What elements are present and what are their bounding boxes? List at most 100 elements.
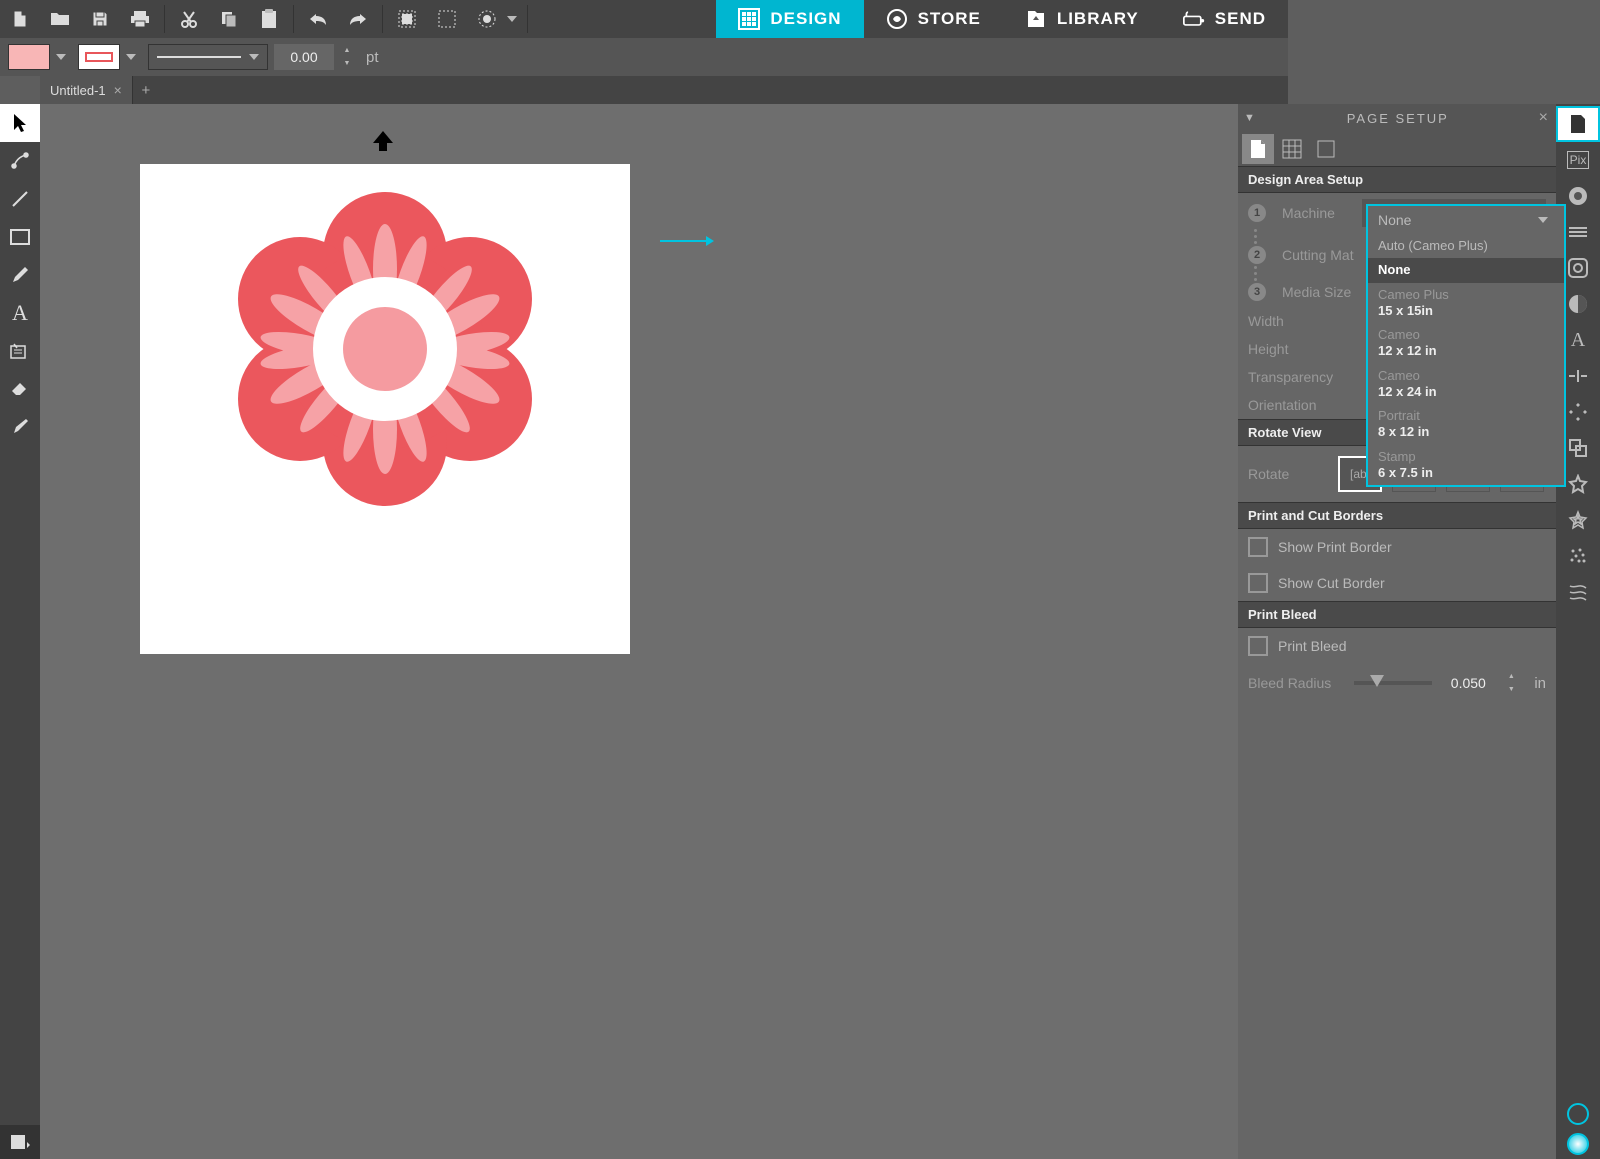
deselect-icon[interactable] bbox=[427, 0, 467, 38]
copy-icon[interactable] bbox=[209, 0, 249, 38]
notes-tool-icon[interactable] bbox=[0, 332, 40, 370]
fill-color-swatch[interactable] bbox=[8, 44, 50, 70]
height-label: Height bbox=[1248, 341, 1344, 357]
dropdown-option-portrait[interactable]: Portrait8 x 12 in bbox=[1368, 404, 1564, 445]
dropdown-option-cameo-12[interactable]: Cameo12 x 12 in bbox=[1368, 323, 1564, 364]
left-toolbar: A bbox=[0, 104, 40, 1159]
page-tab-icon[interactable] bbox=[1242, 134, 1274, 164]
dropdown-option-auto[interactable]: Auto (Cameo Plus) bbox=[1368, 234, 1564, 258]
machine-label: Machine bbox=[1282, 205, 1352, 221]
design-canvas[interactable] bbox=[140, 164, 630, 654]
open-file-icon[interactable] bbox=[40, 0, 80, 38]
document-tab-bar: Untitled-1 × + bbox=[40, 76, 1288, 104]
reg-tab-icon[interactable] bbox=[1310, 134, 1342, 164]
document-tab[interactable]: Untitled-1 × bbox=[40, 76, 133, 104]
select-all-icon[interactable] bbox=[387, 0, 427, 38]
flower-shape[interactable] bbox=[215, 179, 555, 519]
dropdown-option-none[interactable]: None bbox=[1368, 258, 1564, 282]
stroke-width-spinner[interactable]: ▲▼ bbox=[340, 44, 354, 70]
undo-icon[interactable] bbox=[298, 0, 338, 38]
rectangle-tool-icon[interactable] bbox=[0, 218, 40, 256]
tab-design[interactable]: DESIGN bbox=[716, 0, 863, 38]
document-tab-label: Untitled-1 bbox=[50, 83, 106, 98]
dropdown-option-cameo-24[interactable]: Cameo12 x 24 in bbox=[1368, 364, 1564, 405]
select-tool-icon[interactable] bbox=[0, 104, 40, 142]
send-icon bbox=[1183, 8, 1205, 30]
transparency-label: Transparency bbox=[1248, 369, 1344, 385]
sketch-panel-icon[interactable] bbox=[1556, 574, 1600, 610]
step-1-badge: 1 bbox=[1248, 204, 1266, 222]
library-shelf-icon[interactable] bbox=[0, 1125, 40, 1159]
panel-tab-bar bbox=[1238, 132, 1556, 166]
width-label: Width bbox=[1248, 313, 1344, 329]
themes-icon[interactable] bbox=[1567, 1133, 1589, 1155]
panel-title: PAGE SETUP bbox=[1257, 111, 1539, 126]
orientation-label: Orientation bbox=[1248, 397, 1344, 413]
print-bleed-checkbox[interactable] bbox=[1248, 636, 1268, 656]
step-3-badge: 3 bbox=[1248, 283, 1266, 301]
stipple-panel-icon[interactable] bbox=[1556, 538, 1600, 574]
pixscan-icon[interactable]: Pix bbox=[1556, 142, 1600, 178]
show-cut-label: Show Cut Border bbox=[1278, 575, 1385, 591]
close-tab-icon[interactable]: × bbox=[114, 82, 122, 98]
tab-send[interactable]: SEND bbox=[1161, 0, 1288, 38]
print-bleed-header: Print Bleed bbox=[1238, 601, 1556, 628]
tab-library[interactable]: LIBRARY bbox=[1003, 0, 1161, 38]
library-icon bbox=[1025, 8, 1047, 30]
design-area-header: Design Area Setup bbox=[1238, 166, 1556, 193]
store-icon bbox=[886, 8, 908, 30]
line-dropdown-icon[interactable] bbox=[126, 54, 136, 60]
media-size-label: Media Size bbox=[1282, 284, 1378, 300]
grid-tab-icon[interactable] bbox=[1276, 134, 1308, 164]
bleed-radius-label: Bleed Radius bbox=[1248, 675, 1344, 691]
cutting-mat-dropdown[interactable]: None Auto (Cameo Plus) None Cameo Plus15… bbox=[1366, 204, 1566, 487]
save-icon[interactable] bbox=[80, 0, 120, 38]
settings-gear-icon[interactable] bbox=[1567, 1103, 1589, 1125]
print-icon[interactable] bbox=[120, 0, 160, 38]
show-cut-border-checkbox[interactable] bbox=[1248, 573, 1268, 593]
stroke-width-input[interactable] bbox=[274, 44, 334, 70]
main-toolbar: DESIGN STORE LIBRARY SEND bbox=[0, 0, 1288, 38]
print-bleed-label: Print Bleed bbox=[1278, 638, 1346, 654]
show-print-label: Show Print Border bbox=[1278, 539, 1392, 555]
line-tool-icon[interactable] bbox=[0, 180, 40, 218]
bleed-radius-input[interactable] bbox=[1442, 670, 1494, 696]
tab-library-label: LIBRARY bbox=[1057, 9, 1139, 29]
draw-tool-icon[interactable] bbox=[0, 256, 40, 294]
add-tab-button[interactable]: + bbox=[133, 76, 159, 104]
tab-store[interactable]: STORE bbox=[864, 0, 1003, 38]
design-icon bbox=[738, 8, 760, 30]
cutting-mat-label: Cutting Mat bbox=[1282, 247, 1368, 263]
eraser-tool-icon[interactable] bbox=[0, 370, 40, 408]
dropdown-icon[interactable] bbox=[507, 16, 517, 22]
new-file-icon[interactable] bbox=[0, 0, 40, 38]
text-tool-icon[interactable]: A bbox=[0, 294, 40, 332]
show-print-border-checkbox[interactable] bbox=[1248, 537, 1268, 557]
page-setup-panel: ▼ PAGE SETUP × Design Area Setup 1 Machi… bbox=[1238, 104, 1556, 1159]
line-color-swatch[interactable] bbox=[78, 44, 120, 70]
close-panel-icon[interactable]: × bbox=[1539, 109, 1550, 127]
paste-icon[interactable] bbox=[249, 0, 289, 38]
color-picker-toolbar-icon[interactable] bbox=[467, 0, 507, 38]
print-cut-header: Print and Cut Borders bbox=[1238, 502, 1556, 529]
bleed-unit: in bbox=[1534, 675, 1546, 692]
dropdown-option-cameo-plus[interactable]: Cameo Plus15 x 15in bbox=[1368, 283, 1564, 324]
fill-dropdown-icon[interactable] bbox=[56, 54, 66, 60]
collapse-icon[interactable]: ▼ bbox=[1244, 112, 1257, 124]
bleed-spinner[interactable]: ▲▼ bbox=[1504, 670, 1518, 696]
rotate-label: Rotate bbox=[1248, 466, 1328, 482]
knife-tool-icon[interactable] bbox=[0, 408, 40, 446]
edit-points-icon[interactable] bbox=[0, 142, 40, 180]
bleed-radius-slider[interactable] bbox=[1354, 681, 1432, 685]
annotation-arrow-icon bbox=[660, 234, 714, 248]
line-style-select[interactable] bbox=[148, 44, 268, 70]
style-toolbar: ▲▼ pt bbox=[0, 38, 1288, 76]
dropdown-selected[interactable]: None bbox=[1368, 206, 1564, 234]
step-2-badge: 2 bbox=[1248, 246, 1266, 264]
dropdown-option-stamp[interactable]: Stamp6 x 7.5 in bbox=[1368, 445, 1564, 486]
page-setup-icon[interactable] bbox=[1556, 106, 1600, 142]
tab-design-label: DESIGN bbox=[770, 9, 841, 29]
redo-icon[interactable] bbox=[338, 0, 378, 38]
offset-panel-icon[interactable] bbox=[1556, 502, 1600, 538]
cut-icon[interactable] bbox=[169, 0, 209, 38]
